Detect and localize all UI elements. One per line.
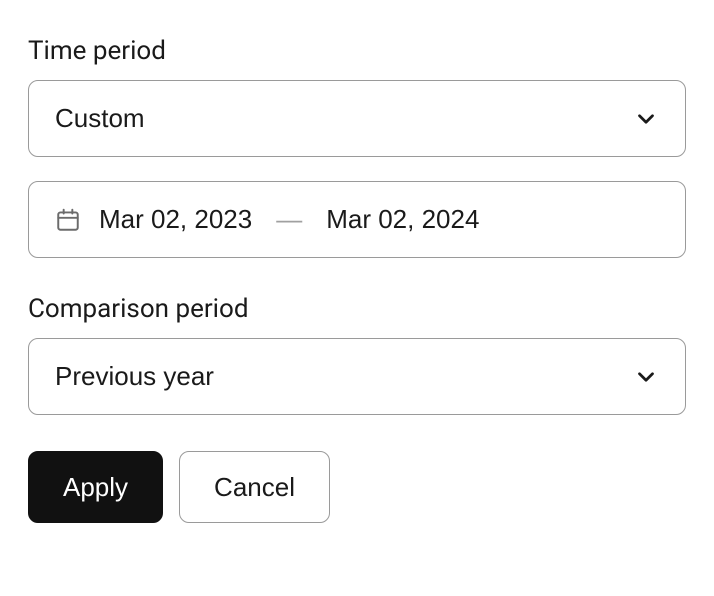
apply-button[interactable]: Apply (28, 451, 163, 523)
comparison-period-label: Comparison period (28, 294, 686, 324)
time-period-group: Time period Custom Mar 02, 2023 — Mar 02… (28, 36, 686, 258)
chevron-down-icon (633, 106, 659, 132)
chevron-down-icon (633, 364, 659, 390)
time-period-label: Time period (28, 36, 686, 66)
time-period-select[interactable]: Custom (28, 80, 686, 157)
comparison-period-select[interactable]: Previous year (28, 338, 686, 415)
cancel-button[interactable]: Cancel (179, 451, 330, 523)
date-range-picker[interactable]: Mar 02, 2023 — Mar 02, 2024 (28, 181, 686, 258)
date-end: Mar 02, 2024 (326, 204, 479, 235)
comparison-period-select-value: Previous year (55, 361, 633, 392)
comparison-period-group: Comparison period Previous year (28, 294, 686, 415)
calendar-icon (55, 207, 81, 233)
time-period-select-value: Custom (55, 103, 633, 134)
date-separator: — (276, 204, 302, 235)
button-row: Apply Cancel (28, 451, 686, 523)
date-start: Mar 02, 2023 (99, 204, 252, 235)
